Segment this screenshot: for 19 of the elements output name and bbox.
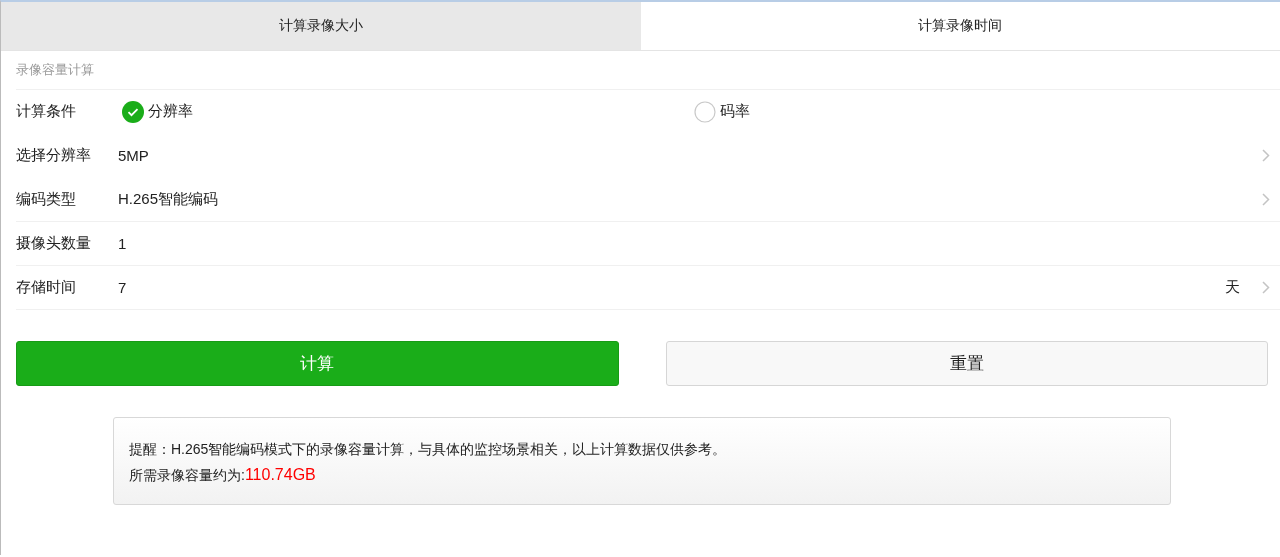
chevron-right-icon	[1262, 193, 1270, 206]
result-value: 110.74GB	[244, 466, 316, 483]
reset-button[interactable]: 重置	[665, 341, 1268, 386]
section-title: 录像容量计算	[16, 61, 94, 79]
chevron-right-icon	[1262, 281, 1270, 294]
field-value[interactable]: 5MP	[118, 147, 1262, 164]
chevron-right-icon	[1262, 149, 1270, 162]
field-label: 摄像头数量	[16, 234, 92, 253]
field-label: 计算条件	[16, 102, 77, 121]
tab[interactable]: 计算录像大小	[1, 2, 641, 50]
field-value[interactable]: 7	[118, 279, 1225, 296]
result-label: 所需录像容量约为:	[129, 467, 245, 483]
field-label: 存储时间	[16, 278, 77, 297]
notice-text: 提醒：H.265智能编码模式下的录像容量计算，与具体的监控场景相关，以上计算数据仅供参考。	[129, 440, 728, 459]
field-value[interactable]: H.265智能编码	[118, 190, 1262, 209]
field-label: 选择分辨率	[16, 146, 92, 165]
field-value[interactable]: 1	[118, 235, 1270, 252]
unit-label: 天	[1225, 278, 1240, 297]
field-label: 编码类型	[16, 190, 77, 209]
